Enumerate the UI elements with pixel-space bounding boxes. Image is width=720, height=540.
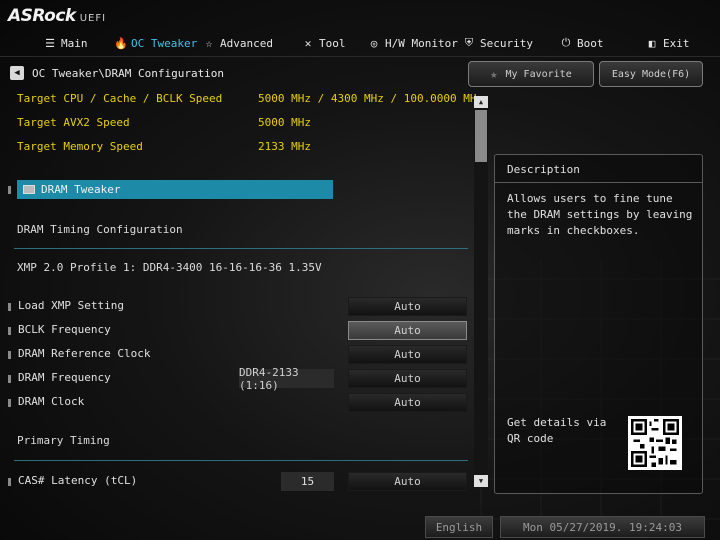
xmp-profile-text: XMP 2.0 Profile 1: DDR4-3400 16-16-16-36… bbox=[17, 261, 322, 274]
easy-mode-button[interactable]: Easy Mode(F6) bbox=[599, 61, 703, 87]
current-frequency-value: DDR4-2133 (1:16) bbox=[239, 366, 334, 392]
setting-dram-reference-clock: DRAM Reference Clock Auto bbox=[0, 345, 470, 365]
exit-icon: ◧ bbox=[648, 36, 656, 50]
dram-tweaker-item[interactable]: DRAM Tweaker bbox=[17, 180, 333, 199]
row-bullet bbox=[8, 303, 11, 311]
setting-value-button[interactable]: Auto bbox=[348, 369, 467, 388]
asrock-logo: ASRock UEFI bbox=[8, 6, 106, 26]
tab-label: OC Tweaker bbox=[131, 36, 198, 50]
tab-label: Advanced bbox=[220, 36, 273, 50]
tab-main[interactable]: ☰ Main bbox=[44, 34, 88, 52]
breadcrumb: ◀ OC Tweaker\DRAM Configuration bbox=[10, 66, 224, 80]
tab-label: Boot bbox=[577, 36, 604, 50]
tab-label: H/W Monitor bbox=[385, 36, 458, 50]
info-target-memory: Target Memory Speed 2133 MHz bbox=[17, 140, 311, 156]
row-bullet bbox=[8, 327, 11, 335]
setting-dram-clock: DRAM Clock Auto bbox=[0, 393, 470, 413]
description-title: Description bbox=[495, 155, 702, 183]
star-icon: ★ bbox=[490, 67, 498, 81]
info-label: Target CPU / Cache / BCLK Speed bbox=[17, 92, 223, 105]
setting-label: BCLK Frequency bbox=[18, 323, 111, 336]
easy-mode-label: Easy Mode(F6) bbox=[611, 68, 691, 80]
scroll-up-arrow-icon[interactable]: ▲ bbox=[474, 96, 488, 108]
info-value: 5000 MHz / 4300 MHz / 100.0000 MHz bbox=[258, 92, 484, 105]
language-button[interactable]: English bbox=[425, 516, 493, 538]
tab-label: Main bbox=[61, 36, 88, 50]
scroll-down-arrow-icon[interactable]: ▼ bbox=[474, 475, 488, 487]
breadcrumb-text: OC Tweaker\DRAM Configuration bbox=[32, 66, 225, 80]
flame-icon: 🔥 bbox=[114, 36, 128, 50]
tab-oc-tweaker[interactable]: 🔥 OC Tweaker bbox=[114, 34, 197, 52]
tab-boot[interactable]: ⏻ Boot bbox=[560, 34, 604, 52]
setting-dram-frequency: DRAM Frequency DDR4-2133 (1:16) Auto bbox=[0, 366, 470, 392]
shield-icon: ⛨ bbox=[464, 36, 474, 49]
row-bullet bbox=[8, 478, 11, 486]
setting-load-xmp: Load XMP Setting Auto bbox=[0, 297, 470, 317]
list-icon: ☰ bbox=[45, 36, 55, 50]
logo-text: ASRock bbox=[8, 6, 76, 26]
tab-advanced[interactable]: ☆ Advanced bbox=[203, 34, 273, 52]
datetime-display: Mon 05/27/2019. 19:24:03 bbox=[500, 516, 705, 538]
setting-value-button[interactable]: Auto bbox=[348, 472, 467, 491]
my-favorite-button[interactable]: ★ My Favorite bbox=[468, 61, 594, 87]
current-value: 15 bbox=[281, 472, 334, 491]
setting-label: CAS# Latency (tCL) bbox=[18, 474, 138, 487]
qr-caption: Get details via QR code bbox=[507, 416, 607, 445]
primary-timing-heading: Primary Timing bbox=[17, 434, 110, 447]
qr-code-icon bbox=[628, 416, 682, 470]
main-nav: ☰ Main 🔥 OC Tweaker ☆ Advanced ✕ Tool ◎ … bbox=[0, 30, 720, 56]
setting-value-button[interactable]: Auto bbox=[348, 345, 467, 364]
info-label: Target AVX2 Speed bbox=[17, 116, 130, 129]
setting-label: DRAM Reference Clock bbox=[18, 347, 151, 360]
setting-cas-latency: CAS# Latency (tCL) 15 Auto bbox=[0, 472, 470, 492]
tab-exit[interactable]: ◧ Exit bbox=[646, 34, 690, 52]
memory-module-icon bbox=[23, 185, 35, 194]
setting-label: Load XMP Setting bbox=[18, 299, 124, 312]
row-bullet bbox=[8, 375, 11, 383]
nav-divider bbox=[0, 56, 720, 57]
section-divider bbox=[14, 248, 468, 249]
description-text: Allows users to fine tune the DRAM setti… bbox=[507, 192, 693, 237]
tab-label: Exit bbox=[663, 36, 690, 50]
setting-label: DRAM Frequency bbox=[18, 371, 111, 384]
tab-label: Security bbox=[480, 36, 533, 50]
info-target-avx2: Target AVX2 Speed 5000 MHz bbox=[17, 116, 311, 132]
tools-icon: ✕ bbox=[304, 36, 312, 50]
timing-config-heading: DRAM Timing Configuration bbox=[17, 223, 183, 236]
tab-tool[interactable]: ✕ Tool bbox=[302, 34, 346, 52]
setting-label: DRAM Clock bbox=[18, 395, 85, 408]
my-favorite-label: My Favorite bbox=[505, 68, 572, 80]
tab-hw-monitor[interactable]: ◎ H/W Monitor bbox=[368, 34, 458, 52]
logo-suffix: UEFI bbox=[79, 13, 107, 24]
description-panel: Description Allows users to fine tune th… bbox=[494, 154, 703, 494]
back-arrow-icon[interactable]: ◀ bbox=[10, 66, 24, 80]
tab-security[interactable]: ⛨ Security bbox=[463, 34, 533, 52]
setting-value-button[interactable]: Auto bbox=[348, 297, 467, 316]
info-value: 2133 MHz bbox=[258, 140, 311, 153]
scrollbar-thumb[interactable] bbox=[475, 110, 487, 162]
setting-value-button[interactable]: Auto bbox=[348, 321, 467, 340]
setting-value-button[interactable]: Auto bbox=[348, 393, 467, 412]
row-bullet bbox=[8, 186, 11, 194]
info-label: Target Memory Speed bbox=[17, 140, 143, 153]
power-icon: ⏻ bbox=[561, 36, 571, 49]
tab-label: Tool bbox=[319, 36, 346, 50]
info-value: 5000 MHz bbox=[258, 116, 311, 129]
row-bullet bbox=[8, 399, 11, 407]
info-target-cpu: Target CPU / Cache / BCLK Speed 5000 MHz… bbox=[17, 92, 483, 108]
section-divider bbox=[14, 460, 468, 461]
dram-tweaker-label: DRAM Tweaker bbox=[41, 183, 121, 196]
star-icon: ☆ bbox=[205, 36, 213, 50]
monitor-icon: ◎ bbox=[370, 36, 378, 50]
row-bullet bbox=[8, 351, 11, 359]
setting-bclk-frequency: BCLK Frequency Auto bbox=[0, 321, 470, 341]
